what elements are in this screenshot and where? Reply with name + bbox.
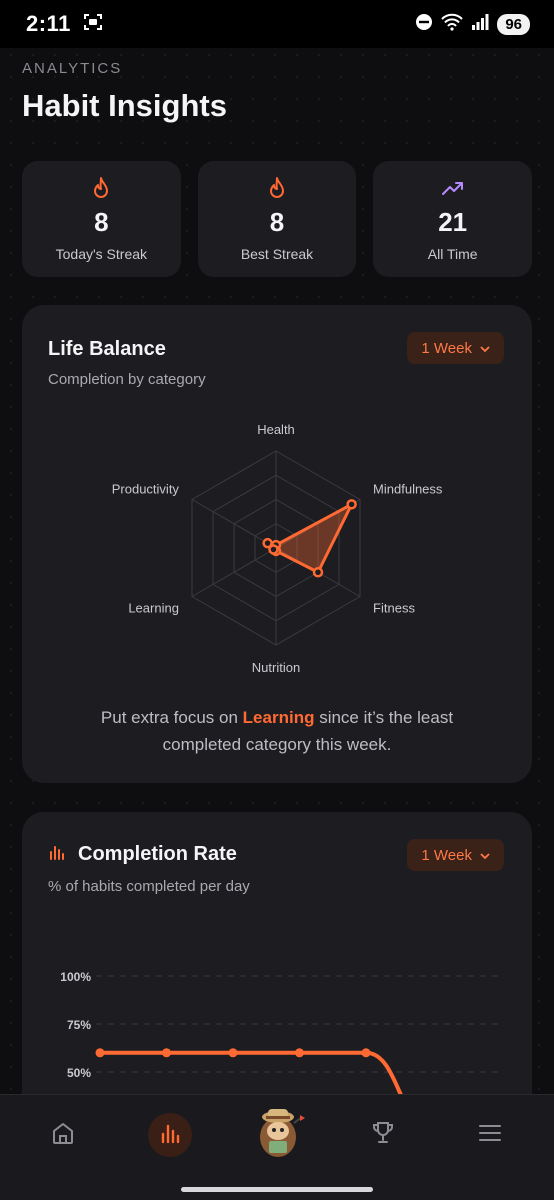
line-chart: 100%75%50%25% [60,970,503,1112]
trophy-icon [370,1120,396,1151]
signal-icon [471,13,489,36]
line-point [162,1048,171,1058]
radar-axis-label: Productivity [112,482,180,497]
status-time: 2:11 [26,11,71,36]
stat-card-best-streak: 8 Best Streak [197,161,357,277]
y-tick-label: 75% [67,1018,91,1032]
nav-home[interactable] [41,1113,85,1157]
menu-icon [478,1123,502,1148]
line-point [95,1048,105,1058]
nav-insights[interactable] [148,1113,192,1157]
focus-prefix: Put extra focus on [100,708,243,727]
flame-icon [268,177,286,199]
wifi-icon [441,13,464,36]
status-bar: 2:11 96 [0,0,554,48]
life-balance-card: Life Balance Completion by category 1 We… [22,305,532,783]
radar-axis-label: Fitness [373,601,415,616]
home-indicator [181,1187,373,1192]
stat-card-todays-streak: 8 Today's Streak [22,161,181,277]
stat-card-all-time: 21 All Time [373,161,533,277]
battery-indicator: 96 [497,13,530,35]
screenshot-icon [83,12,103,37]
mascot-avatar[interactable] [252,1103,306,1161]
focus-message: Put extra focus on Learning since it’s t… [62,704,492,758]
radar-axis-label: Nutrition [252,660,300,675]
nav-menu[interactable] [468,1113,512,1157]
section-eyebrow: ANALYTICS [22,60,123,77]
home-icon [50,1120,76,1151]
focus-category: Learning [242,708,315,727]
line-point [295,1048,304,1058]
radar-point [262,537,273,549]
bottom-nav [0,1094,554,1200]
radar-point [312,567,324,578]
radar-axis-label: Learning [128,601,179,616]
stats-row: 8 Today's Streak 8 Best Streak 21 All Ti… [22,161,533,277]
line-point [361,1048,371,1058]
radar-chart: Health Mindfulness Fitness Nutrition Learnin… [112,422,443,675]
stat-label: Today's Streak [55,246,148,262]
y-tick-label: 50% [67,1066,91,1080]
stat-label: All Time [427,246,478,262]
flame-icon [92,177,110,199]
radar-axis-label: Mindfulness [373,482,443,497]
radar-axis-label: Health [257,422,295,437]
page-title: Habit Insights [22,88,227,123]
stat-value: 21 [438,207,468,237]
stat-label: Best Streak [240,246,314,262]
nav-achievements[interactable] [361,1113,405,1157]
radar-point [346,499,357,510]
bar-chart-icon [159,1122,181,1149]
stat-value: 8 [269,207,285,237]
trending-up-icon [441,177,464,199]
dnd-icon [415,13,433,36]
line-point [228,1048,238,1058]
y-tick-label: 100% [60,970,91,984]
stat-value: 8 [94,207,109,237]
